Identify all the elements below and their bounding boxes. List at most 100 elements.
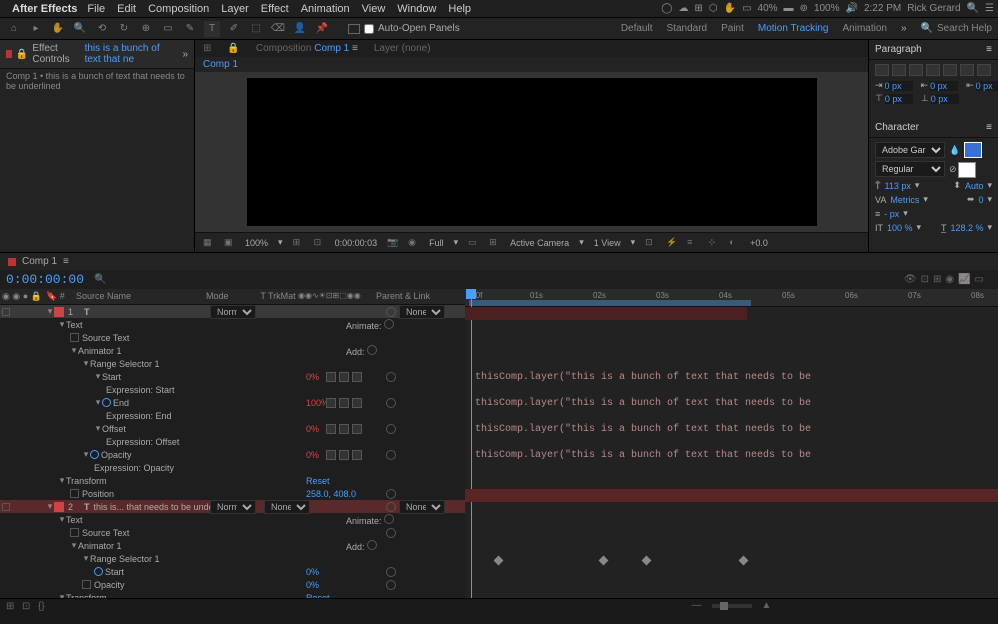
tracking-value[interactable]: 0 [978, 195, 983, 205]
expr-3-text[interactable]: thisComp.layer("this is a bunch of text … [475, 424, 811, 435]
space-after-input[interactable] [931, 94, 959, 104]
panel-close-icon[interactable] [6, 50, 12, 58]
kerning-value[interactable]: Metrics [890, 195, 919, 205]
shy-icon[interactable]: 👁 [904, 274, 917, 285]
menu-layer[interactable]: Layer [221, 3, 249, 15]
cc-sync-icon[interactable]: ◯ [661, 3, 672, 14]
display-icon[interactable]: ▭ [742, 3, 751, 14]
fill-color-swatch[interactable] [964, 142, 982, 158]
layer-1-position-value[interactable]: 258.0, 408.0 [306, 489, 356, 499]
align-right-button[interactable] [909, 64, 923, 76]
vscale-value[interactable]: 100 % [887, 223, 913, 233]
zoom-in-icon[interactable]: ▲ [762, 600, 772, 611]
draft-3d-icon[interactable]: ⊡ [921, 274, 929, 285]
justify-center-button[interactable] [943, 64, 957, 76]
layer-2-trkmat[interactable]: None [264, 500, 310, 514]
preview-timecode[interactable]: 0:00:00:03 [335, 238, 378, 248]
timeline-icon[interactable]: ≡ [687, 237, 698, 248]
layer-1-add-button[interactable]: Add: [346, 345, 377, 357]
workspace-animation[interactable]: Animation [842, 23, 886, 34]
font-family-select[interactable]: Adobe Garamond... [875, 142, 945, 158]
user-name[interactable]: Rick Gerard [907, 3, 960, 14]
zoom-slider[interactable] [712, 604, 752, 608]
leading-value[interactable]: Auto [965, 181, 984, 191]
timeline-menu-icon[interactable]: ≡ [63, 256, 69, 267]
layer-1-end-expression[interactable]: Expression: End [0, 409, 465, 422]
menu-help[interactable]: Help [448, 3, 471, 15]
layer-1-range-selector[interactable]: ▾Range Selector 1 [0, 357, 465, 370]
layer-1-text-group[interactable]: ▾TextAnimate: [0, 318, 465, 331]
timeline-comp-name[interactable]: Comp 1 [22, 256, 57, 267]
layer-1-animator-1[interactable]: ▾Animator 1Add: [0, 344, 465, 357]
layer-2-opacity-prop[interactable]: Opacity0% [0, 578, 465, 591]
layer-1-end-prop[interactable]: ▾End100% [0, 396, 465, 409]
hand-tool-icon[interactable]: ✋ [50, 21, 66, 37]
frame-blend-icon[interactable]: ⊞ [933, 274, 941, 285]
effect-controls-layer-link[interactable]: this is a bunch of text that ne [85, 43, 179, 65]
volume-icon[interactable]: 🔊 [846, 3, 858, 14]
layer-2-start-kf-track[interactable] [465, 554, 998, 567]
layer-1-track[interactable] [465, 307, 747, 320]
layer-1-visibility[interactable] [2, 308, 10, 316]
layer-1-transform-reset[interactable]: Reset [306, 476, 330, 486]
indent-left-input[interactable] [885, 81, 913, 91]
rotate-tool-icon[interactable]: ↻ [116, 21, 132, 37]
font-style-select[interactable]: Regular [875, 161, 945, 177]
viewer-canvas[interactable] [247, 78, 817, 226]
channel-icon[interactable]: ◉ [408, 237, 419, 248]
workspace-paint[interactable]: Paint [721, 23, 744, 34]
layer-1-animate-button[interactable]: Animate: [346, 319, 394, 331]
expr-pick-icon[interactable] [352, 372, 362, 382]
type-tool-icon[interactable]: T [204, 21, 220, 37]
app-name[interactable]: After Effects [12, 3, 77, 15]
selection-tool-icon[interactable]: ▸ [28, 21, 44, 37]
resolution-value[interactable]: Full [429, 238, 444, 248]
flowchart-icon[interactable]: ⊹ [708, 237, 719, 248]
wifi-icon[interactable]: ⊚ [800, 3, 808, 14]
search-help-icon[interactable]: 🔍 [921, 23, 933, 34]
view-chevron-icon[interactable]: ▾ [631, 237, 636, 248]
clone-tool-icon[interactable]: ⬚ [248, 21, 264, 37]
layer-row-2[interactable]: ▾ 2 T this is... that needs to be underl… [0, 500, 465, 513]
justify-left-button[interactable] [926, 64, 940, 76]
paragraph-menu-icon[interactable]: ≡ [986, 44, 992, 55]
toggle-in-out-icon[interactable]: {} [38, 601, 48, 611]
workspace-chevron-icon[interactable]: » [901, 23, 907, 34]
battery-icon[interactable]: ▬ [784, 3, 794, 14]
timeline-search-icon[interactable]: 🔍 [94, 274, 106, 285]
layer-2-source-text[interactable]: Source Text [0, 526, 465, 539]
expr-graph-icon[interactable] [339, 372, 349, 382]
layer-1-offset-value[interactable]: 0% [306, 424, 319, 434]
zoom-out-icon[interactable]: — [692, 600, 702, 611]
layer-2-parent[interactable]: None [399, 500, 445, 514]
layer-1-start-expression[interactable]: Expression: Start [0, 383, 465, 396]
composition-viewer[interactable] [195, 72, 868, 232]
layer-2-blend-mode[interactable]: Normal [210, 500, 256, 514]
menu-window[interactable]: Window [397, 3, 436, 15]
no-fill-icon[interactable]: ⊘ [949, 164, 957, 175]
anchor-tool-icon[interactable]: ⊕ [138, 21, 154, 37]
layer-2-range-selector[interactable]: ▾Range Selector 1 [0, 552, 465, 565]
clock[interactable]: 2:22 PM [864, 3, 901, 14]
workspace-motion-tracking[interactable]: Motion Tracking [758, 23, 829, 34]
panel-lock-icon-2[interactable]: 🔒 [227, 43, 239, 54]
active-camera[interactable]: Active Camera [510, 238, 569, 248]
rect-tool-icon[interactable]: ▭ [160, 21, 176, 37]
layer-1-offset-expression[interactable]: Expression: Offset [0, 435, 465, 448]
grid-icon[interactable]: ⊡ [314, 237, 325, 248]
col-parent[interactable]: Parent & Link [376, 291, 446, 302]
footage-tab-icon[interactable]: ⊞ [203, 43, 211, 54]
toggle-alpha-icon[interactable]: ▦ [203, 237, 214, 248]
auto-open-checkbox[interactable] [364, 24, 374, 34]
indent-first-input[interactable] [930, 81, 958, 91]
layer-2-start-value[interactable]: 0% [306, 567, 319, 577]
hscale-value[interactable]: 128.2 % [950, 223, 983, 233]
opacity-stopwatch[interactable] [90, 450, 99, 459]
cloud-icon[interactable]: ☁ [679, 3, 689, 14]
orbit-tool-icon[interactable]: ⟲ [94, 21, 110, 37]
layer-1-transform-group[interactable]: ▾TransformReset [0, 474, 465, 487]
layer-2-color-chip[interactable] [54, 502, 64, 512]
layer-2-track[interactable] [465, 489, 998, 502]
col-source[interactable]: Source Name [76, 291, 206, 302]
layer-1-opacity-value[interactable]: 0% [306, 450, 319, 460]
